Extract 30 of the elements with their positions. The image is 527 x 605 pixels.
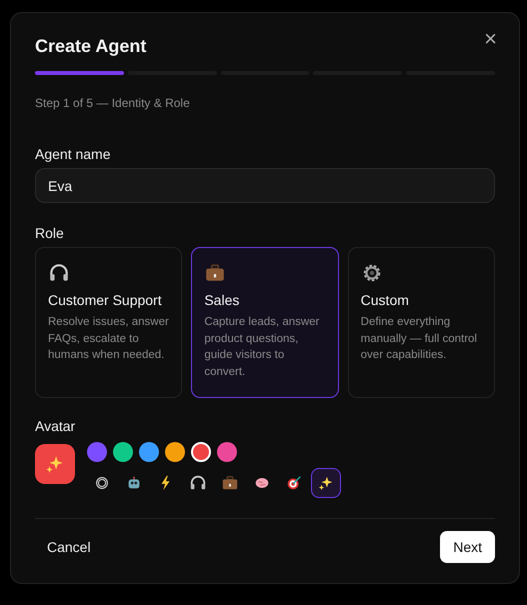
color-swatch[interactable] bbox=[87, 442, 107, 462]
target-icon bbox=[285, 474, 303, 492]
avatar-icon-option[interactable] bbox=[311, 468, 341, 498]
role-description: Define everything manually — full control over capabilities. bbox=[360, 315, 478, 363]
field-label: Avatar bbox=[35, 418, 76, 434]
role-card[interactable]: Sales Capture leads, answer product questions, guide visitors to convert. bbox=[191, 247, 339, 398]
color-swatch[interactable] bbox=[217, 442, 237, 462]
color-swatch[interactable] bbox=[165, 442, 185, 462]
headphones-icon bbox=[189, 474, 207, 492]
color-swatch[interactable] bbox=[139, 442, 159, 462]
color-swatch[interactable] bbox=[191, 442, 211, 462]
sparkles-icon bbox=[317, 474, 335, 492]
role-title: Customer Support bbox=[48, 292, 162, 308]
next-button[interactable]: Next bbox=[440, 531, 495, 563]
role-card[interactable]: Custom Define everything manually — full control over capabilities. bbox=[348, 247, 495, 398]
ring-icon bbox=[93, 474, 111, 492]
role-description: Capture leads, answer product questions, guide visitors to convert. bbox=[204, 315, 320, 380]
agent-name-input[interactable]: Eva bbox=[35, 168, 495, 203]
close-button[interactable]: × bbox=[480, 27, 501, 51]
step-label: Step 1 of 5 — Identity & Role bbox=[35, 96, 191, 110]
briefcase-icon bbox=[221, 474, 239, 492]
field-label: Role bbox=[35, 225, 65, 241]
field-label: Agent name bbox=[35, 146, 112, 162]
cancel-button[interactable]: Cancel bbox=[35, 531, 103, 563]
role-title: Sales bbox=[204, 292, 240, 308]
role-card[interactable]: Customer Support Resolve issues, answer FAQs, escalate to humans when needed. bbox=[35, 247, 182, 398]
role-description: Resolve issues, answer FAQs, escalate to humans when needed. bbox=[48, 315, 170, 363]
color-swatch[interactable] bbox=[113, 442, 133, 462]
role-title: Custom bbox=[360, 292, 409, 308]
dialog-title: Create Agent bbox=[35, 35, 146, 57]
